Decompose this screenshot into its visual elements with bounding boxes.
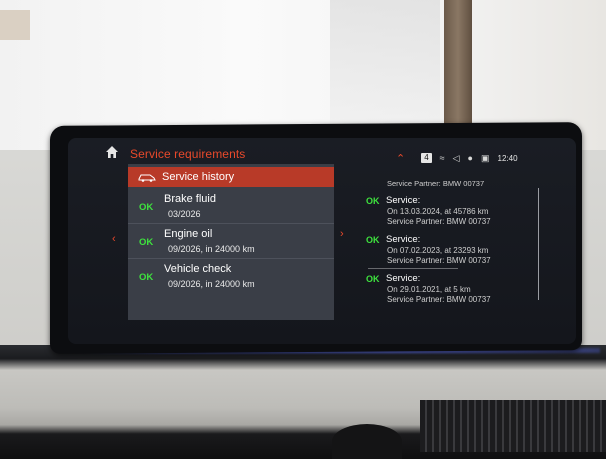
item-name: Vehicle check [164, 263, 232, 275]
background-object [0, 10, 30, 40]
service-history-button[interactable]: Service history [128, 167, 334, 187]
status-ok: OK [139, 237, 154, 248]
car-icon [138, 174, 156, 182]
status-ok: OK [139, 272, 154, 283]
scrollbar[interactable] [538, 188, 539, 300]
speaker-icon[interactable]: ◁ [453, 153, 460, 164]
item-due: 03/2026 [168, 209, 201, 219]
history-entry[interactable]: OK Service: On 29.01.2021, at 5 km Servi… [358, 271, 558, 311]
item-name: Engine oil [164, 228, 213, 240]
air-vent [420, 400, 606, 452]
service-item-vehicle-check[interactable]: OK Vehicle check 09/2026, in 24000 km [128, 258, 334, 292]
history-partner: Service Partner: BMW 00737 [387, 256, 491, 265]
history-label: Service: [386, 234, 421, 245]
history-entry[interactable]: OK Service: On 13.03.2024, at 45786 km S… [358, 193, 558, 233]
history-label: Service: [386, 195, 421, 206]
clock: 12:40 [497, 153, 518, 163]
service-item-engine-oil[interactable]: OK Engine oil 09/2026, in 24000 km [128, 223, 334, 257]
screen-glare [368, 268, 458, 269]
chevron-up-icon[interactable]: ⌃ [396, 152, 405, 165]
history-entry[interactable]: OK Service: On 07.02.2023, at 23293 km S… [358, 232, 558, 272]
chevron-right-icon[interactable]: › [340, 228, 344, 240]
service-history-panel: Service Partner: BMW 00737 OK Service: O… [358, 168, 558, 328]
signal-icon: ≈ [439, 153, 445, 163]
service-history-label: Service history [162, 171, 235, 183]
chevron-left-icon[interactable]: ‹ [112, 233, 116, 245]
header-bar: Service requirements ⌃ 4 ≈ ◁ ● ▣ 12:40 [68, 138, 576, 166]
microphone-icon[interactable]: ● [468, 153, 473, 163]
status-ok: OK [366, 274, 380, 284]
history-label: Service: [386, 273, 421, 284]
background-wall [330, 0, 440, 135]
notification-badge[interactable]: 4 [421, 153, 432, 163]
item-due: 09/2026, in 24000 km [168, 244, 255, 254]
page-title: Service requirements [130, 147, 246, 161]
service-item-brake-fluid[interactable]: OK Brake fluid 03/2026 [128, 189, 334, 223]
history-partner: Service Partner: BMW 00737 [387, 295, 491, 304]
profile-icon[interactable]: ▣ [481, 153, 490, 164]
status-bar: ⌃ 4 ≈ ◁ ● ▣ 12:40 [396, 151, 518, 165]
history-date: On 13.03.2024, at 45786 km [387, 207, 489, 216]
home-icon[interactable] [105, 145, 119, 159]
status-ok: OK [139, 202, 154, 213]
status-ok: OK [366, 196, 380, 206]
infotainment-screen: Service requirements ⌃ 4 ≈ ◁ ● ▣ 12:40 ‹… [68, 138, 576, 344]
history-partner: Service Partner: BMW 00737 [387, 217, 491, 226]
history-date: On 29.01.2021, at 5 km [387, 285, 471, 294]
item-due: 09/2026, in 24000 km [168, 279, 255, 289]
item-name: Brake fluid [164, 193, 216, 205]
history-partial-line: Service Partner: BMW 00737 [387, 179, 485, 188]
history-date: On 07.02.2023, at 23293 km [387, 246, 489, 255]
status-ok: OK [366, 235, 380, 245]
service-list-panel: Service history OK Brake fluid 03/2026 O… [128, 165, 334, 320]
control-knob [332, 424, 402, 459]
